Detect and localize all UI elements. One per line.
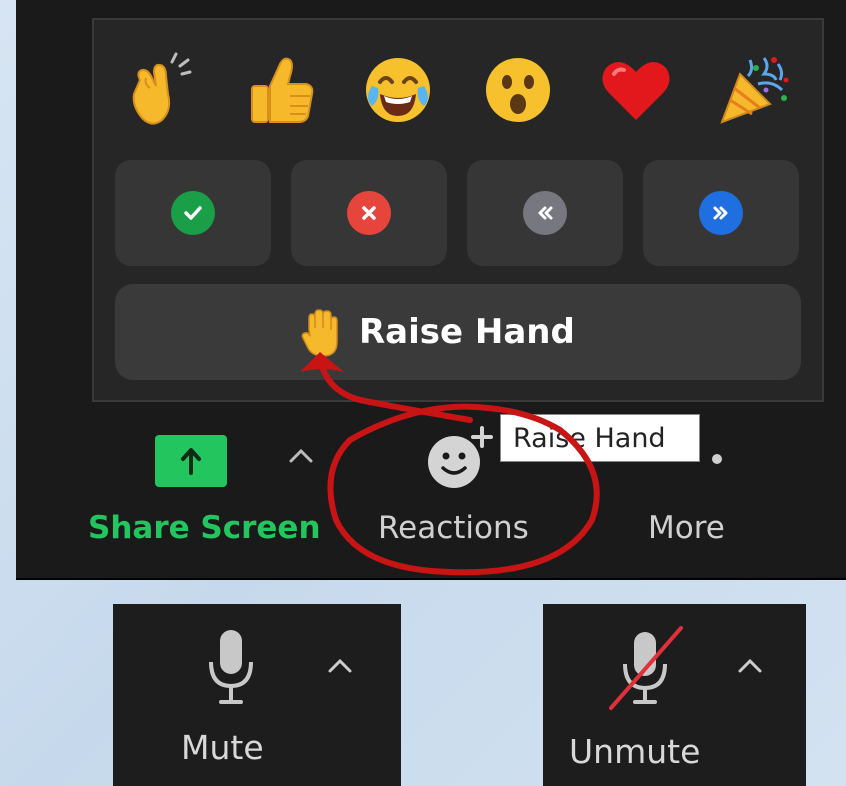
- mute-label: Mute: [181, 728, 264, 767]
- audio-options-caret-icon[interactable]: [325, 656, 355, 676]
- audio-options-caret-icon-2[interactable]: [735, 656, 765, 676]
- muted-microphone-icon: [605, 624, 685, 714]
- circle-annotation: [327, 403, 600, 576]
- arrow-annotation: [319, 363, 473, 423]
- unmute-label: Unmute: [569, 732, 701, 771]
- microphone-icon: [205, 628, 257, 708]
- mute-control[interactable]: Mute: [113, 604, 401, 786]
- unmute-control[interactable]: Unmute: [543, 604, 806, 786]
- arrowhead-annotation: [300, 352, 344, 372]
